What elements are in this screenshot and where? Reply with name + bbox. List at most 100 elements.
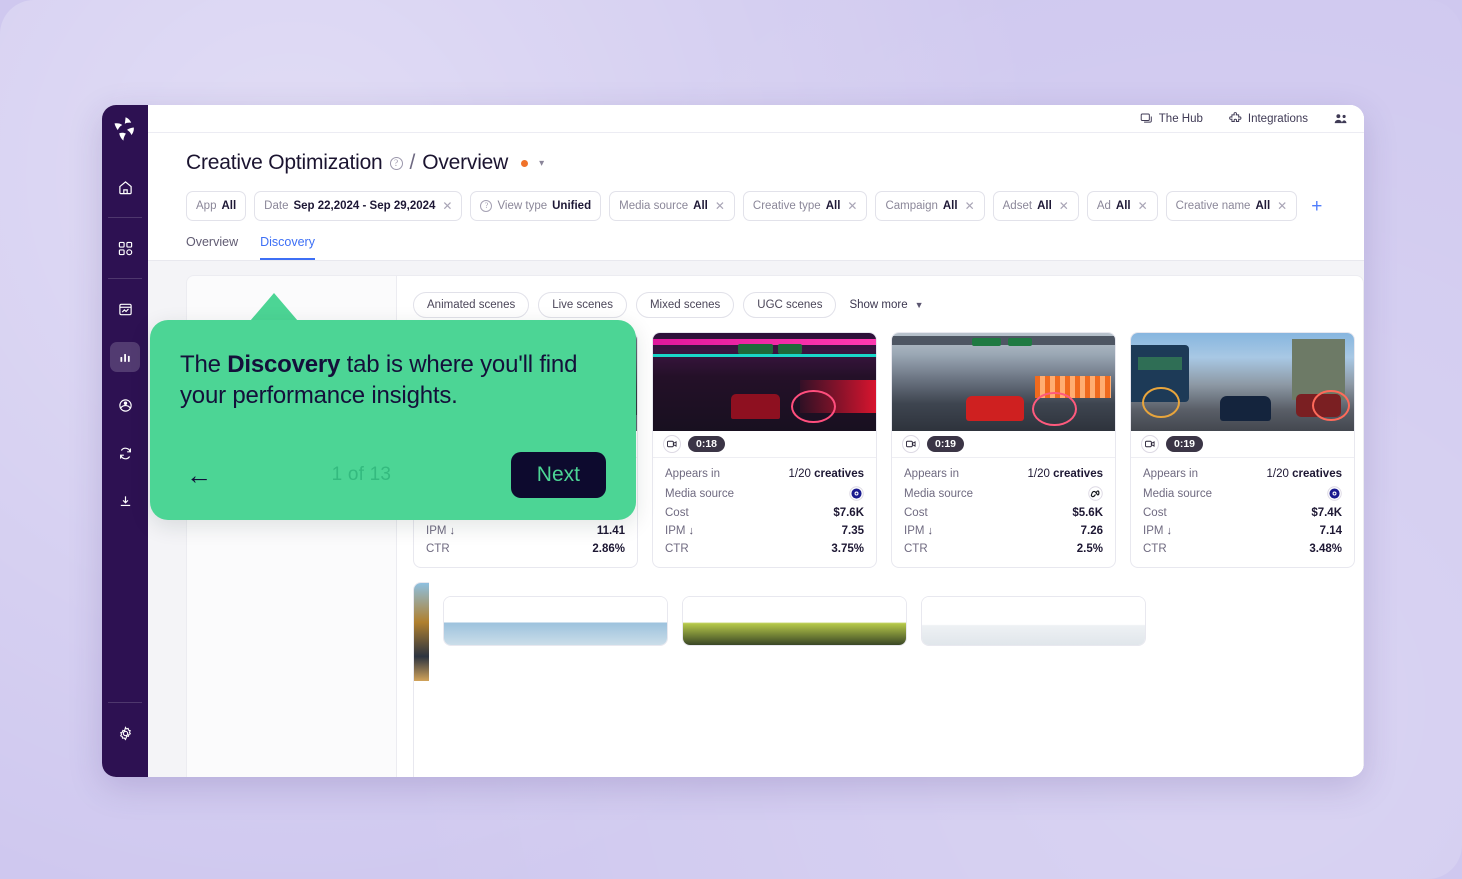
metric-value: 7.14 <box>1319 525 1342 537</box>
hub-chat-icon <box>1140 112 1153 125</box>
creative-thumbnail[interactable] <box>653 333 876 431</box>
creative-card[interactable] <box>921 596 1146 646</box>
filter-chip-adset[interactable]: Adset All ✕ <box>992 191 1079 221</box>
close-icon[interactable]: ✕ <box>1059 199 1069 213</box>
filter-label: Media source <box>619 200 689 212</box>
close-icon[interactable]: ✕ <box>442 199 452 213</box>
metric-cost: Cost $7.4K <box>1143 504 1342 522</box>
tab-discovery[interactable]: Discovery <box>260 235 315 260</box>
metric-value: 2.86% <box>592 543 625 555</box>
sidebar-item-home[interactable] <box>110 172 140 202</box>
filter-value: All <box>1255 200 1271 212</box>
thumbnail-bar: 0:19 <box>892 431 1115 457</box>
scene-pill-mixed[interactable]: Mixed scenes <box>635 292 735 318</box>
metric-value: 7.26 <box>1080 525 1103 537</box>
creative-thumbnail[interactable] <box>683 597 906 645</box>
meta-icon <box>1088 486 1103 501</box>
sidebar-item-reports[interactable] <box>110 294 140 324</box>
creative-thumbnail <box>414 583 429 681</box>
show-more-button[interactable]: Show more ▼ <box>849 299 923 311</box>
coach-text-before: The <box>180 351 228 378</box>
appears-in-unit: creatives <box>814 468 864 480</box>
add-filter-button[interactable]: + <box>1305 197 1328 216</box>
close-icon[interactable]: ✕ <box>715 199 725 213</box>
sidebar-item-dashboard[interactable] <box>110 233 140 263</box>
audience-circle-icon <box>118 398 133 413</box>
metric-label: IPM ↓ <box>1143 525 1172 537</box>
creative-thumbnail[interactable] <box>922 597 1145 645</box>
filter-chip-media-source[interactable]: Media source All ✕ <box>609 191 735 221</box>
coachmark-pointer <box>250 293 298 321</box>
creative-card[interactable]: 0:19 Appears in 1/20 creatives Media sou… <box>891 332 1116 568</box>
filter-value: All <box>1115 200 1131 212</box>
scene-pill-animated[interactable]: Animated scenes <box>413 292 530 318</box>
breadcrumb-separator: / <box>409 151 416 174</box>
close-icon[interactable]: ✕ <box>965 199 975 213</box>
coachmark-footer: ← 1 of 13 Next <box>180 452 606 498</box>
home-icon <box>118 180 133 195</box>
tab-bar: Overview Discovery <box>186 235 1342 260</box>
sidebar-bottom-group <box>102 696 148 777</box>
filter-chip-date[interactable]: Date Sep 22,2024 - Sep 29,2024 ✕ <box>254 191 463 221</box>
filter-chip-view-type[interactable]: ? View type Unified <box>470 191 602 221</box>
scene-pill-live[interactable]: Live scenes <box>538 292 627 318</box>
metric-ctr: CTR 3.75% <box>665 540 864 558</box>
integrations-link[interactable]: Integrations <box>1229 112 1308 125</box>
sidebar-item-analytics[interactable] <box>110 342 140 372</box>
sidebar-item-settings[interactable] <box>110 718 140 748</box>
chevron-down-icon[interactable]: ▾ <box>539 158 544 169</box>
sort-arrow-down-icon: ↓ <box>1166 525 1172 537</box>
creative-card[interactable] <box>682 596 907 646</box>
help-icon[interactable]: ? <box>389 156 403 170</box>
integrations-label: Integrations <box>1247 112 1308 125</box>
creative-card[interactable]: 0:18 Appears in 1/20 creatives Media sou… <box>652 332 877 568</box>
metric-appears-in: Appears in 1/20 creatives <box>904 465 1103 483</box>
next-button[interactable]: Next <box>510 452 606 498</box>
gear-icon <box>118 725 133 741</box>
metric-label: IPM ↓ <box>426 525 455 537</box>
video-camera-icon <box>663 435 681 453</box>
close-icon[interactable]: ✕ <box>1277 199 1287 213</box>
metric-value: 3.48% <box>1309 543 1342 555</box>
breadcrumb: Creative Optimization ? / Overview ▾ <box>186 151 1342 175</box>
thumbnail-bar: 0:19 <box>1131 431 1354 457</box>
creative-thumbnail[interactable] <box>444 597 667 645</box>
metric-value: 3.75% <box>831 543 864 555</box>
creative-card[interactable]: 0:19 Appears in 1/20 creatives Media sou… <box>1130 332 1355 568</box>
filter-label: Creative type <box>752 200 821 212</box>
filter-chip-campaign[interactable]: Campaign All ✕ <box>875 191 985 221</box>
the-hub-link[interactable]: The Hub <box>1140 112 1203 125</box>
metric-label: Media source <box>904 487 974 500</box>
sidebar-item-sync[interactable] <box>110 438 140 468</box>
bar-chart-icon <box>118 350 133 365</box>
appears-in-count: 1/20 <box>1266 468 1289 480</box>
metric-ipm: IPM ↓ 7.35 <box>665 522 864 540</box>
download-icon <box>118 494 133 509</box>
filter-chip-creative-type[interactable]: Creative type All ✕ <box>742 191 868 221</box>
metric-value: $7.6K <box>833 507 864 519</box>
creative-thumbnail[interactable] <box>1131 333 1354 431</box>
filter-value: Unified <box>552 200 592 212</box>
coach-text-bold: Discovery <box>227 351 341 378</box>
metric-ctr: CTR 3.48% <box>1143 540 1342 558</box>
close-icon[interactable]: ✕ <box>847 199 857 213</box>
close-icon[interactable]: ✕ <box>1138 199 1148 213</box>
video-duration-badge: 0:18 <box>688 436 726 452</box>
metric-value: 1/20 creatives <box>1267 468 1342 480</box>
creative-thumbnail[interactable] <box>892 333 1115 431</box>
rail-divider-2 <box>108 278 142 279</box>
creative-card[interactable] <box>443 596 668 646</box>
appears-in-count: 1/20 <box>788 468 811 480</box>
refresh-sync-icon <box>118 446 133 461</box>
back-arrow-icon[interactable]: ← <box>180 462 212 488</box>
filter-chip-app[interactable]: App All <box>186 191 247 221</box>
sidebar-item-downloads[interactable] <box>110 486 140 516</box>
creative-card-partial[interactable] <box>413 582 429 777</box>
tab-overview[interactable]: Overview <box>186 235 238 260</box>
filter-chip-ad[interactable]: Ad All ✕ <box>1086 191 1158 221</box>
sidebar-item-audiences[interactable] <box>110 390 140 420</box>
filter-chip-creative-name[interactable]: Creative name All ✕ <box>1165 191 1298 221</box>
metric-label: CTR <box>665 543 689 555</box>
users-avatar-icon[interactable] <box>1334 112 1348 125</box>
scene-pill-ugc[interactable]: UGC scenes <box>743 292 837 318</box>
